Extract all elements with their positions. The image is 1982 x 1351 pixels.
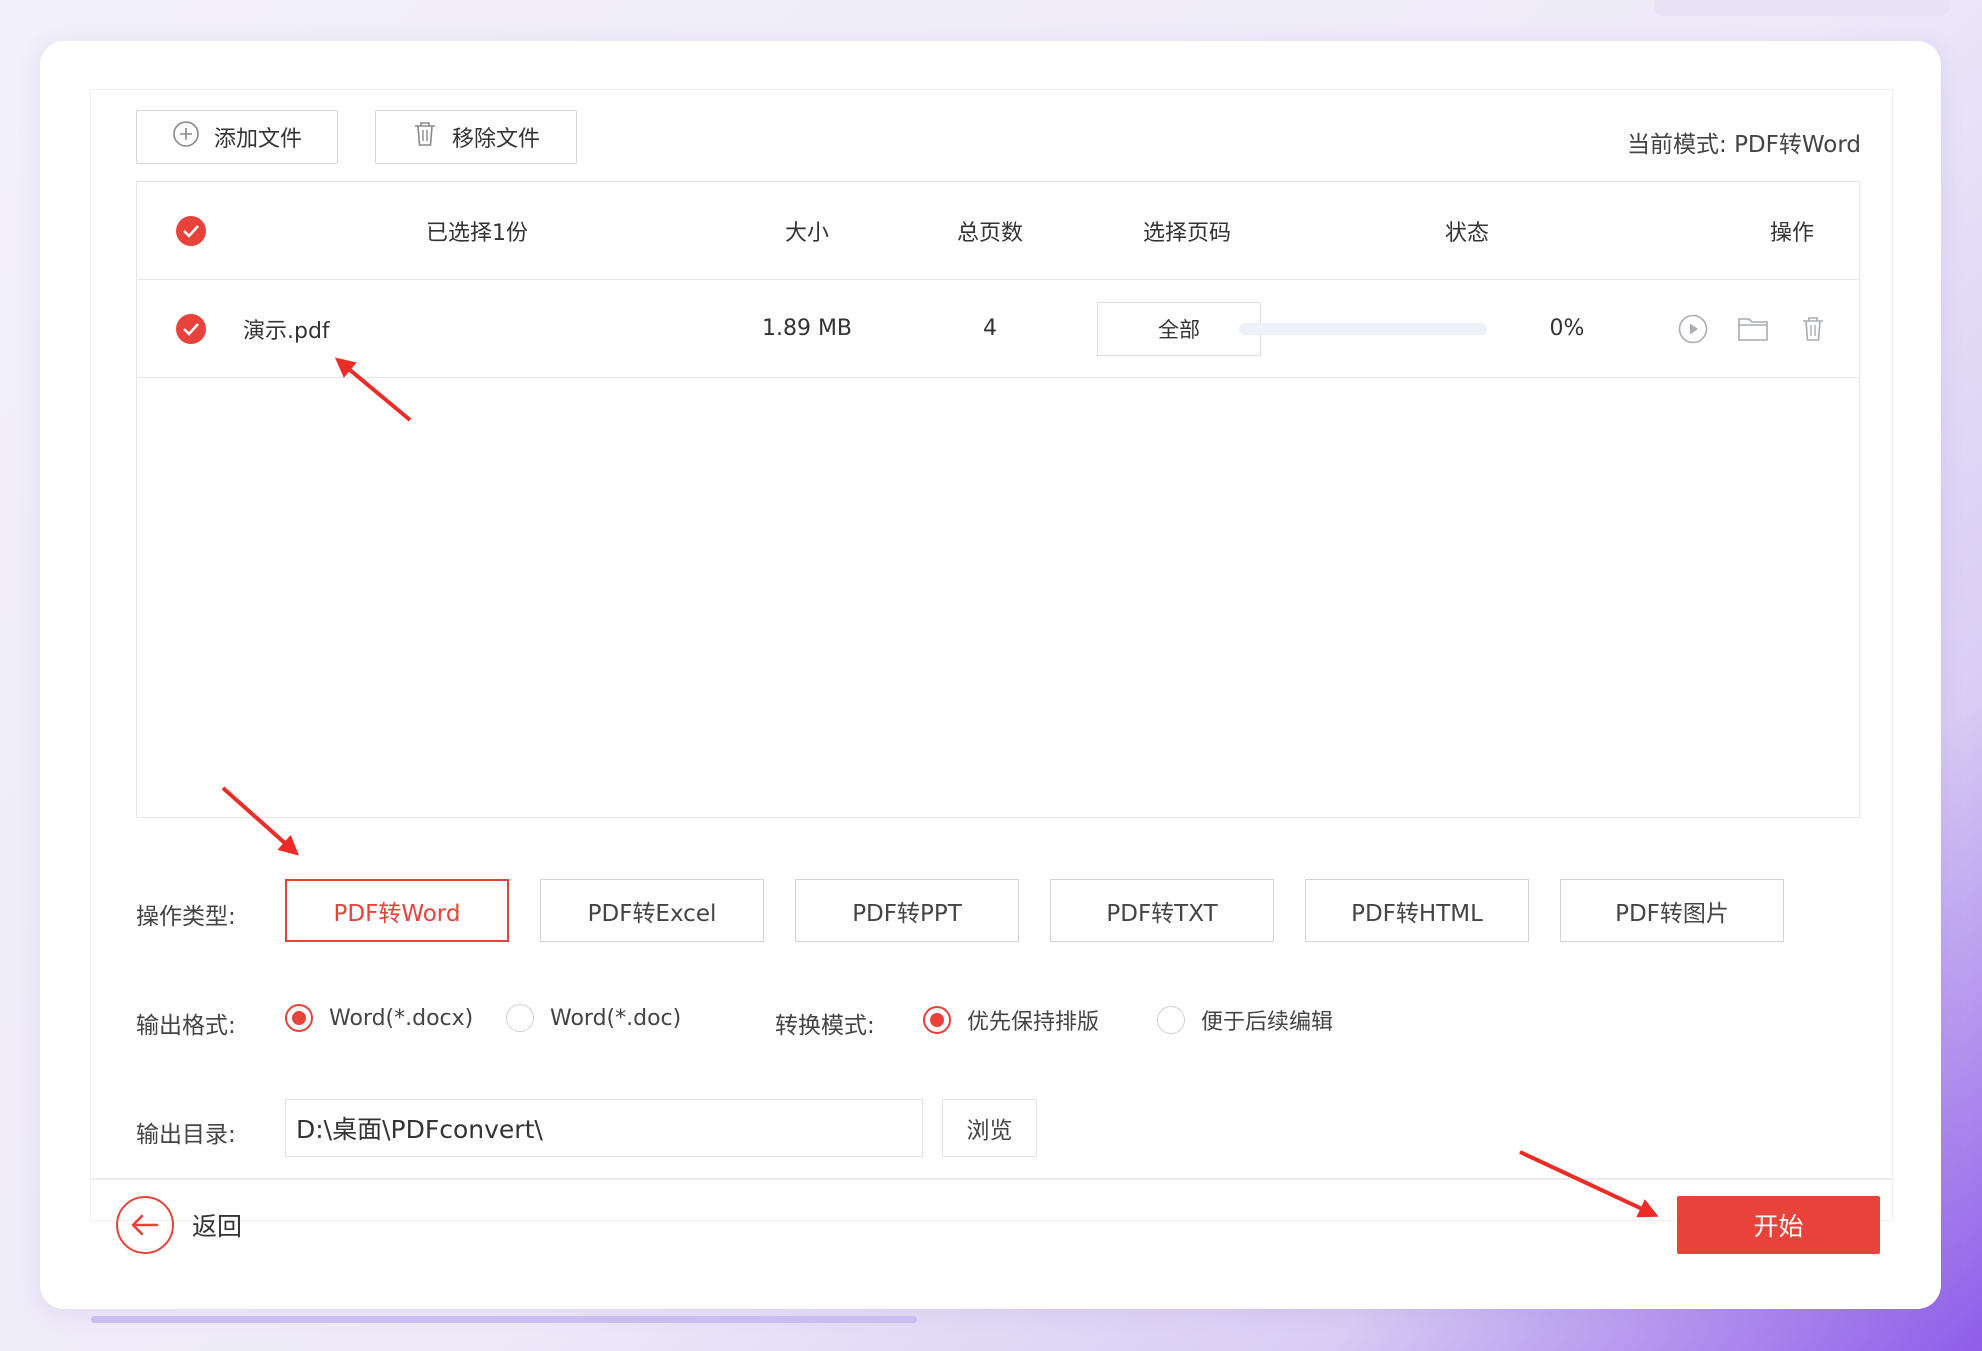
back-button[interactable]: 返回 — [116, 1196, 242, 1254]
mode-radio-edit[interactable]: 便于后续编辑 — [1157, 1004, 1333, 1036]
format-radio-docx[interactable]: Word(*.docx) — [285, 1004, 473, 1032]
conversion-mode-label: 转换模式: — [775, 1013, 875, 1039]
footer-divider — [91, 1178, 1894, 1180]
add-file-button[interactable]: 添加文件 — [136, 110, 338, 164]
operation-type-label: 操作类型: — [136, 904, 236, 930]
horizontal-scrollbar[interactable] — [91, 1316, 917, 1323]
operation-type-button[interactable]: PDF转PPT — [795, 879, 1019, 942]
row-checkbox[interactable] — [161, 280, 221, 377]
add-file-label: 添加文件 — [213, 127, 302, 152]
format-option-label: Word(*.docx) — [329, 1005, 474, 1031]
current-mode-value: PDF转Word — [1734, 132, 1861, 158]
check-circle-icon — [176, 313, 206, 344]
header-pages: 总页数 — [956, 220, 1023, 246]
output-dir-label: 输出目录: — [136, 1122, 236, 1148]
mode-option-label: 便于后续编辑 — [1201, 1010, 1334, 1035]
operation-type-button[interactable]: PDF转TXT — [1050, 879, 1274, 942]
header-selected-count: 已选择1份 — [426, 220, 528, 246]
start-button[interactable]: 开始 — [1677, 1196, 1880, 1254]
radio-button — [506, 1004, 534, 1032]
trash-icon — [412, 120, 438, 154]
format-radio-doc[interactable]: Word(*.doc) — [506, 1004, 681, 1032]
file-name: 演示.pdf — [243, 318, 330, 344]
row-actions — [1653, 280, 1853, 377]
operation-type-button[interactable]: PDF转Excel — [540, 879, 764, 942]
delete-icon[interactable] — [1795, 311, 1831, 347]
remove-file-button[interactable]: 移除文件 — [375, 110, 577, 164]
progress-percent: 0% — [1549, 316, 1585, 341]
header-actions: 操作 — [1769, 220, 1814, 246]
operation-type-button[interactable]: PDF转图片 — [1560, 879, 1784, 942]
back-label: 返回 — [192, 1212, 243, 1241]
operation-type-button[interactable]: PDF转Word — [285, 879, 509, 942]
select-all-checkbox[interactable] — [161, 182, 221, 279]
format-option-label: Word(*.doc) — [550, 1005, 682, 1031]
output-dir-input[interactable]: D:\桌面\PDFconvert\ — [285, 1099, 923, 1157]
plus-circle-icon — [172, 120, 200, 154]
mode-option-label: 优先保持排版 — [967, 1010, 1100, 1035]
table-header: 已选择1份 大小 总页数 选择页码 状态 操作 — [137, 182, 1859, 280]
table-row: 演示.pdf 1.89 MB 4 全部 0% — [137, 280, 1859, 378]
operation-type-button[interactable]: PDF转HTML — [1305, 879, 1529, 942]
check-circle-icon — [176, 215, 206, 246]
header-status: 状态 — [1444, 220, 1489, 246]
radio-button — [285, 1004, 313, 1032]
header-size: 大小 — [784, 220, 829, 246]
folder-icon[interactable] — [1735, 311, 1771, 347]
file-pages: 4 — [983, 316, 997, 341]
radio-button — [1157, 1006, 1185, 1034]
output-format-label: 输出格式: — [136, 1013, 236, 1039]
browse-button[interactable]: 浏览 — [942, 1099, 1037, 1157]
window-top-strip — [1654, 0, 1950, 16]
header-page-select: 选择页码 — [1142, 220, 1231, 246]
file-size: 1.89 MB — [761, 316, 853, 341]
file-table: 已选择1份 大小 总页数 选择页码 状态 操作 演示.pdf 1.89 MB 4… — [136, 181, 1860, 818]
current-mode-prefix: 当前模式: — [1627, 132, 1727, 158]
remove-file-label: 移除文件 — [451, 127, 540, 152]
play-icon[interactable] — [1675, 311, 1711, 347]
mode-radio-layout[interactable]: 优先保持排版 — [923, 1004, 1099, 1036]
progress-bar — [1239, 322, 1487, 335]
current-mode: 当前模式: PDF转Word — [1627, 125, 1861, 159]
radio-button — [923, 1006, 951, 1034]
progress-cell — [1233, 280, 1493, 377]
arrow-left-icon — [116, 1196, 174, 1254]
